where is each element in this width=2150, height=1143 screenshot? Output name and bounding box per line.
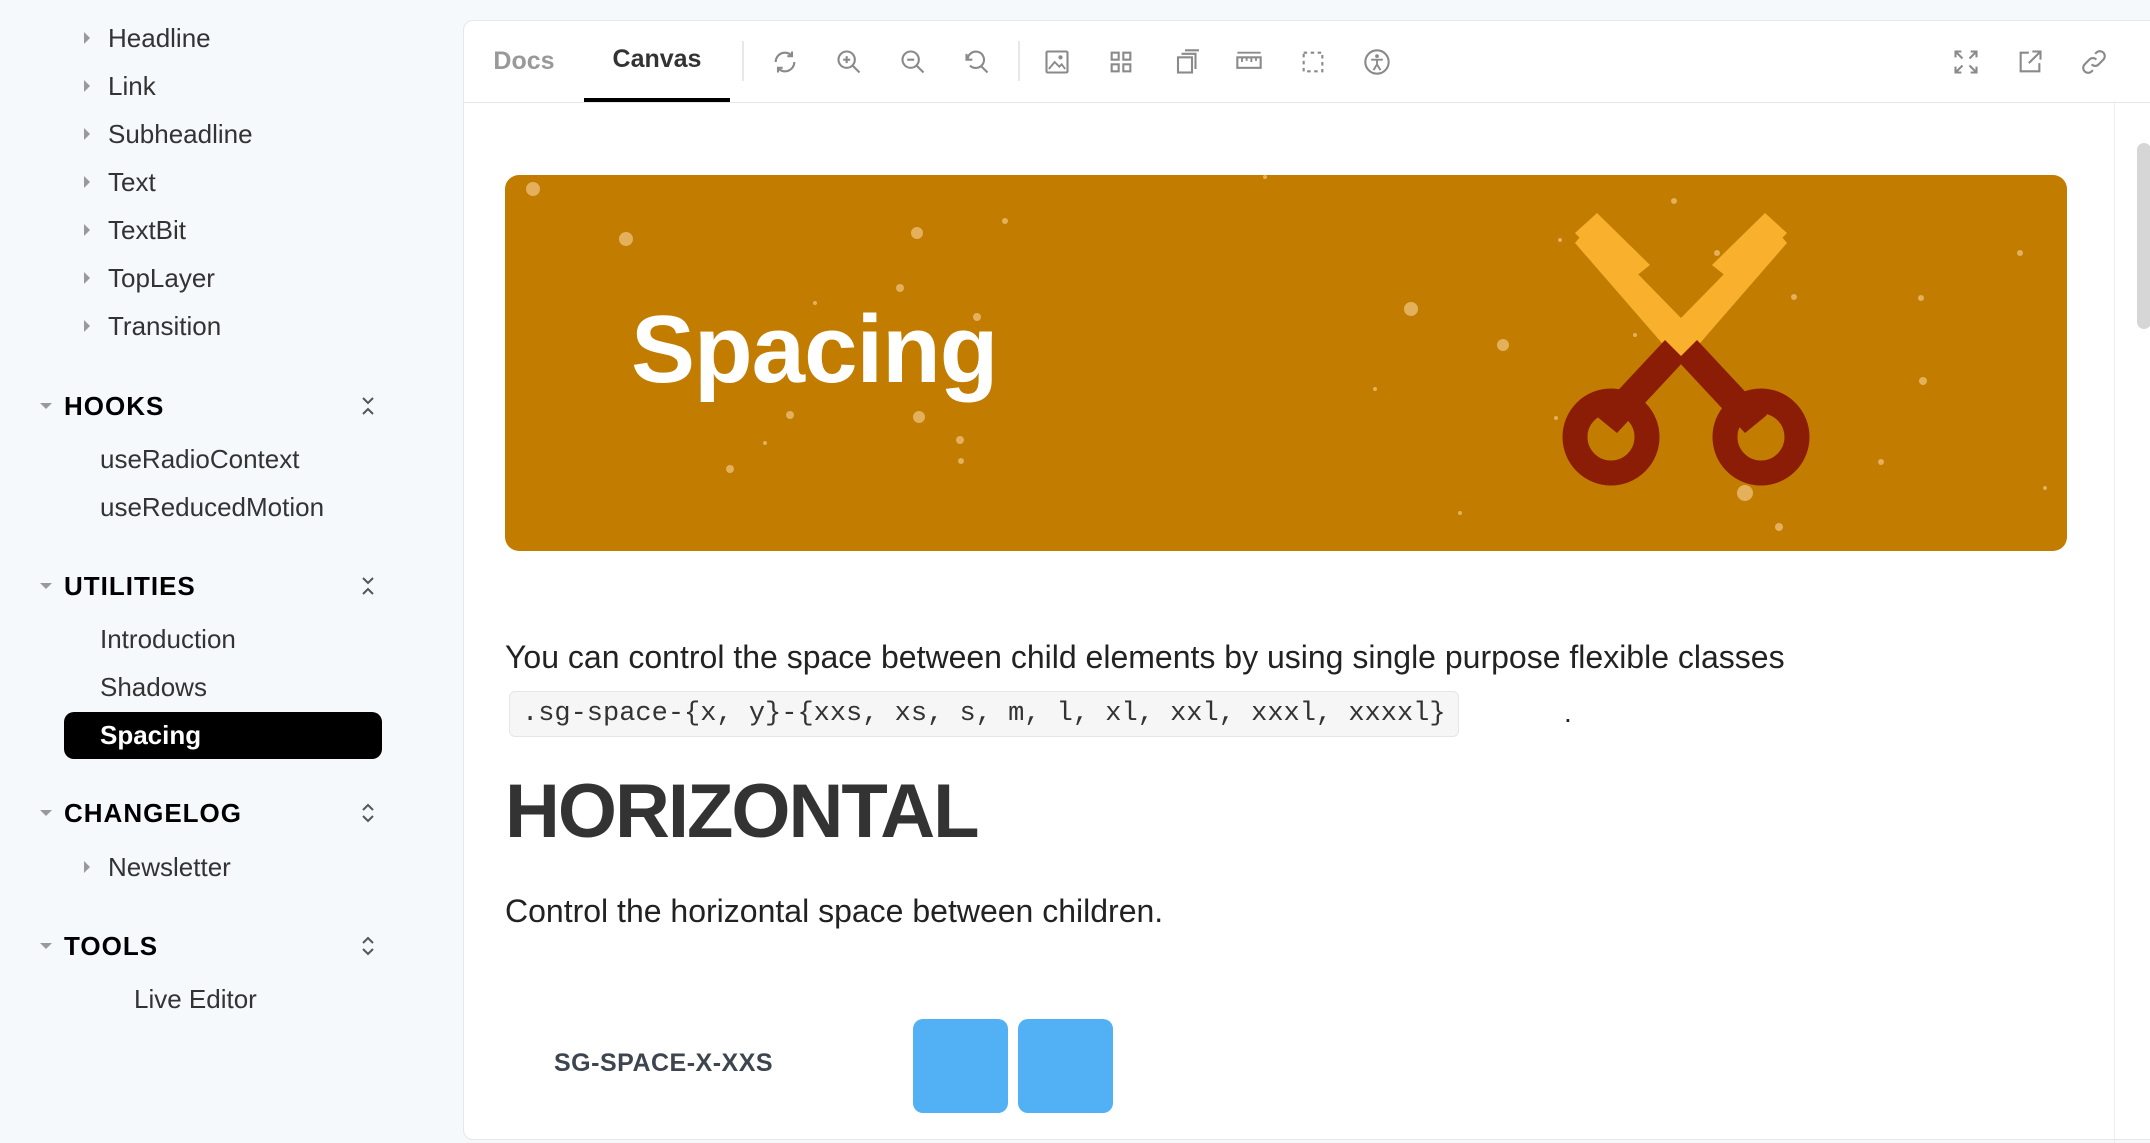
section-utilities[interactable]: UTILITIES bbox=[40, 566, 380, 606]
zoom-in-icon[interactable] bbox=[830, 43, 868, 81]
expand-arrow-icon bbox=[84, 320, 90, 332]
sidebar-item-label: useReducedMotion bbox=[100, 491, 325, 522]
collapse-arrow-icon bbox=[40, 810, 52, 816]
tab-docs[interactable]: Docs bbox=[474, 21, 574, 102]
toolbar-divider bbox=[1018, 41, 1020, 81]
measure-icon[interactable] bbox=[1230, 43, 1268, 81]
copy-link-icon[interactable] bbox=[2075, 43, 2113, 81]
expand-arrow-icon bbox=[84, 80, 90, 92]
background-icon[interactable] bbox=[1038, 43, 1076, 81]
section-description: Control the horizontal space between chi… bbox=[505, 893, 1164, 929]
open-new-tab-icon[interactable] bbox=[2011, 43, 2049, 81]
section-heading: HORIZONTAL bbox=[505, 769, 980, 854]
expand-all-icon[interactable] bbox=[356, 931, 380, 961]
sidebar-item-label: TopLayer bbox=[108, 262, 215, 293]
toolbar: Docs Canvas bbox=[464, 21, 2150, 103]
reload-icon[interactable] bbox=[766, 43, 804, 81]
demo-box bbox=[913, 1019, 1008, 1113]
intro-paragraph: You can control the space between child … bbox=[505, 639, 1785, 675]
collapse-arrow-icon bbox=[40, 943, 52, 949]
hero-banner: Spacing bbox=[505, 175, 2067, 551]
section-title: HOOKS bbox=[64, 390, 165, 421]
expand-arrow-icon bbox=[84, 272, 90, 284]
sidebar-item-label: Transition bbox=[108, 310, 222, 341]
zoom-out-icon[interactable] bbox=[894, 43, 932, 81]
sidebar-item-label: Headline bbox=[108, 22, 211, 53]
canvas-content: Spacing You can control the space betwee… bbox=[464, 103, 2150, 1139]
collapse-all-icon[interactable] bbox=[356, 571, 380, 601]
section-title: TOOLS bbox=[64, 930, 159, 961]
scissors-icon bbox=[1562, 213, 1810, 486]
collapse-all-icon[interactable] bbox=[356, 391, 380, 421]
sidebar-item-subheadline[interactable]: Subheadline bbox=[70, 112, 253, 156]
fullscreen-icon[interactable] bbox=[1947, 43, 1985, 81]
section-title: CHANGELOG bbox=[64, 797, 242, 828]
sidebar-item-textbit[interactable]: TextBit bbox=[70, 208, 186, 252]
sidebar-item-newsletter[interactable]: Newsletter bbox=[70, 845, 231, 889]
section-tools[interactable]: TOOLS bbox=[40, 926, 380, 966]
sidebar-item-useradiocontext[interactable]: useRadioContext bbox=[100, 437, 299, 481]
toolbar-divider bbox=[742, 41, 744, 81]
sidebar: Headline Link Subheadline Text TextBit T… bbox=[0, 0, 430, 1122]
sidebar-item-usereducedmotion[interactable]: useReducedMotion bbox=[100, 485, 324, 529]
section-changelog[interactable]: CHANGELOG bbox=[40, 793, 380, 833]
demo-box bbox=[1018, 1019, 1113, 1113]
collapse-arrow-icon bbox=[40, 403, 52, 409]
preview-panel: Docs Canvas Spacing You can control the … bbox=[463, 20, 2150, 1143]
expand-arrow-icon bbox=[84, 861, 90, 873]
section-title: UTILITIES bbox=[64, 570, 196, 601]
sidebar-item-spacing-active[interactable]: Spacing bbox=[64, 712, 382, 759]
demo-label: SG-SPACE-X-XXS bbox=[554, 1049, 774, 1077]
sidebar-item-label: Text bbox=[108, 166, 156, 197]
sidebar-item-headline[interactable]: Headline bbox=[70, 16, 211, 60]
sidebar-item-live-editor[interactable]: Live Editor bbox=[134, 977, 257, 1021]
accessibility-icon[interactable] bbox=[1358, 43, 1396, 81]
expand-all-icon[interactable] bbox=[356, 798, 380, 828]
sidebar-item-introduction[interactable]: Introduction bbox=[100, 617, 236, 661]
section-hooks[interactable]: HOOKS bbox=[40, 386, 380, 426]
grid-icon[interactable] bbox=[1102, 43, 1140, 81]
sidebar-item-link[interactable]: Link bbox=[70, 64, 156, 108]
sidebar-item-label: useRadioContext bbox=[100, 443, 300, 474]
collapse-arrow-icon bbox=[40, 583, 52, 589]
sidebar-item-label: Introduction bbox=[100, 623, 236, 654]
hero-title: Spacing bbox=[631, 296, 998, 403]
reset-zoom-icon[interactable] bbox=[958, 43, 996, 81]
sidebar-item-transition[interactable]: Transition bbox=[70, 304, 221, 348]
scrollbar[interactable] bbox=[2114, 103, 2150, 1143]
sidebar-item-label: Subheadline bbox=[108, 118, 253, 149]
expand-arrow-icon bbox=[84, 128, 90, 140]
scrollbar-thumb[interactable] bbox=[2137, 143, 2150, 329]
sidebar-item-toplayer[interactable]: TopLayer bbox=[70, 256, 215, 300]
code-snippet: .sg-space-{x, y}-{xxs, xs, s, m, l, xl, … bbox=[509, 691, 1459, 737]
sidebar-item-label: TextBit bbox=[108, 214, 187, 245]
code-suffix: . bbox=[1564, 697, 1572, 728]
sidebar-item-label: Spacing bbox=[100, 720, 202, 750]
sidebar-item-text[interactable]: Text bbox=[70, 160, 156, 204]
sidebar-item-label: Live Editor bbox=[134, 983, 257, 1014]
sidebar-item-label: Shadows bbox=[100, 671, 207, 702]
sidebar-item-label: Link bbox=[108, 70, 156, 101]
expand-arrow-icon bbox=[84, 176, 90, 188]
sidebar-item-shadows[interactable]: Shadows bbox=[100, 665, 207, 709]
outline-icon[interactable] bbox=[1294, 43, 1332, 81]
expand-arrow-icon bbox=[84, 32, 90, 44]
viewport-icon[interactable] bbox=[1166, 43, 1204, 81]
tab-canvas[interactable]: Canvas bbox=[584, 21, 730, 102]
expand-arrow-icon bbox=[84, 224, 90, 236]
sidebar-item-label: Newsletter bbox=[108, 851, 231, 882]
